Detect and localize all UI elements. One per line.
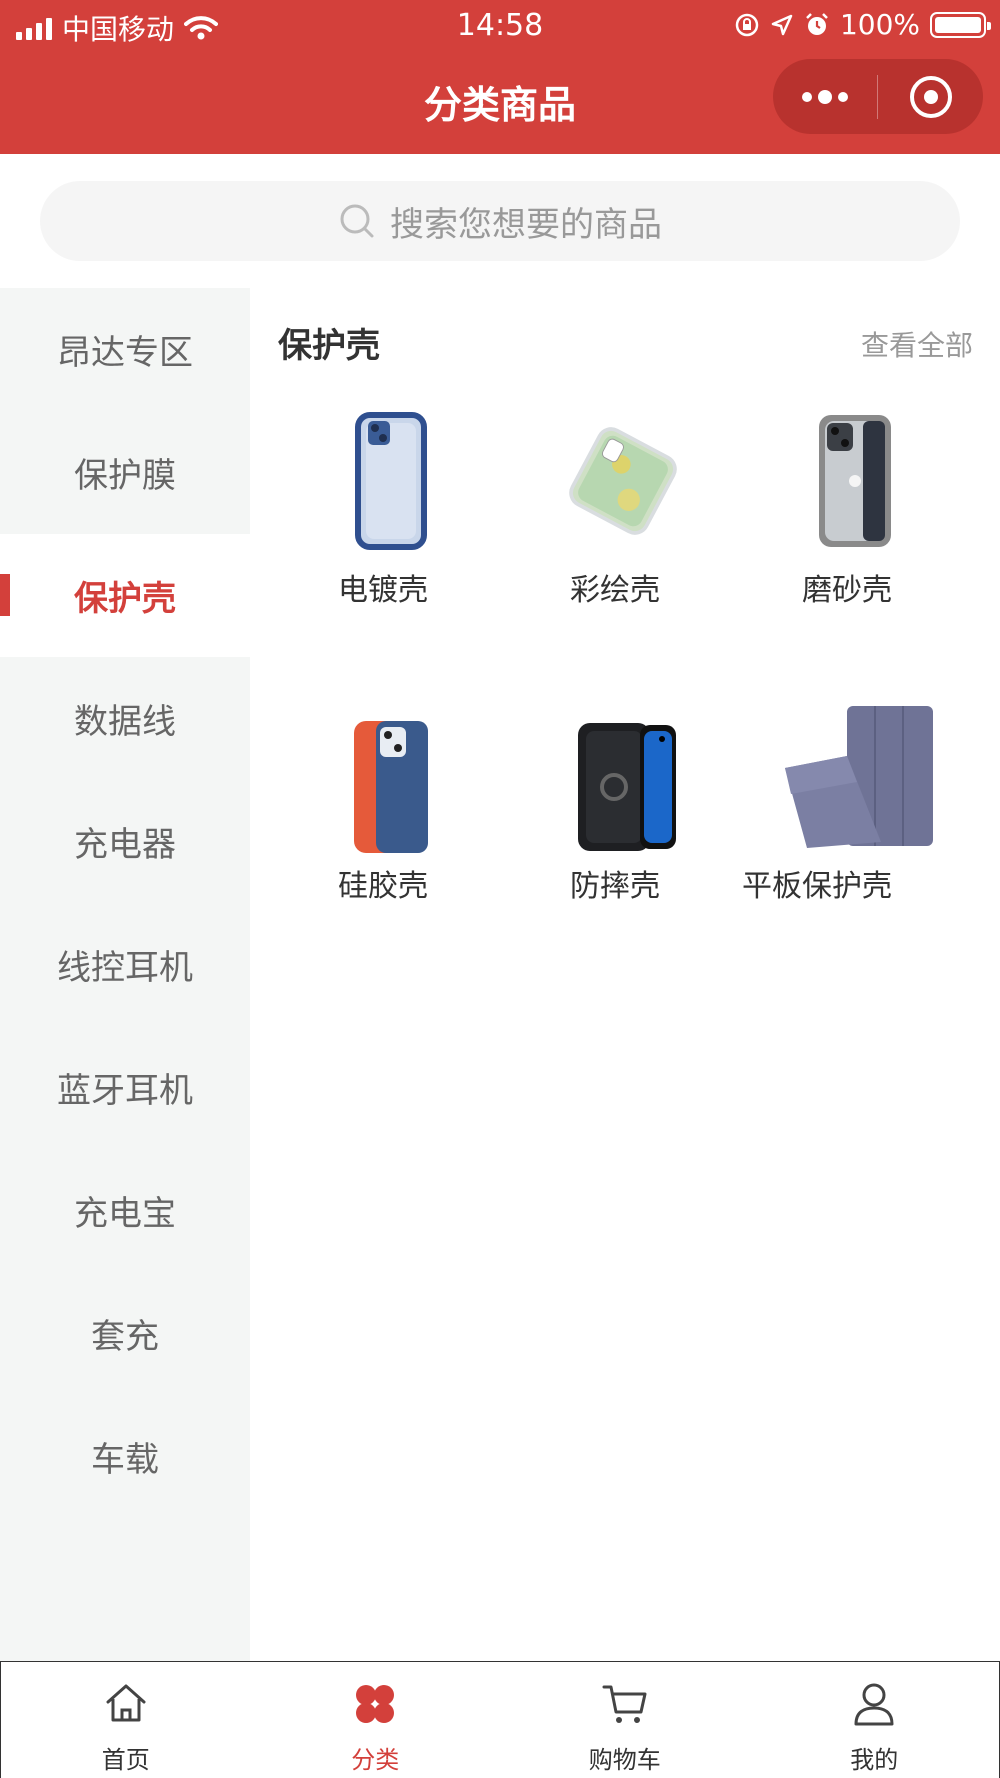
- sidebar-item-label: 数据线: [74, 702, 176, 742]
- category-icon: [356, 1685, 395, 1723]
- alarm-icon: [806, 12, 828, 35]
- tab-label: 分类: [351, 1746, 400, 1774]
- sidebar-item-car[interactable]: 车载: [0, 1395, 250, 1518]
- product-grid: 电镀壳 彩绘壳 磨砂壳 硅胶壳 防摔壳 平板保护壳: [268, 408, 968, 1000]
- tab-label: 购物车: [588, 1746, 661, 1774]
- tab-label: 我的: [850, 1746, 899, 1774]
- sidebar-item-label: 套充: [91, 1317, 159, 1357]
- sidebar-item-label: 保护膜: [74, 456, 176, 496]
- category-sidebar: 昂达专区 保护膜 保护壳 数据线 充电器 线控耳机 蓝牙耳机 充电宝 套充 车载: [0, 288, 250, 1661]
- battery-icon: [930, 11, 991, 38]
- product-image: [772, 704, 942, 849]
- product-name: 平板保护壳: [742, 869, 892, 904]
- status-right: 100%: [734, 8, 991, 41]
- tab-home[interactable]: 首页: [1, 1662, 251, 1778]
- sidebar-item-label: 蓝牙耳机: [57, 1071, 193, 1111]
- product-item[interactable]: 平板保护壳: [732, 704, 964, 1000]
- home-icon: [106, 1684, 146, 1722]
- product-image: [790, 408, 920, 553]
- sidebar-item-cable[interactable]: 数据线: [0, 657, 250, 780]
- product-name: 电镀壳: [338, 573, 428, 608]
- sidebar-item-label: 昂达专区: [57, 333, 193, 373]
- view-all-link[interactable]: 查看全部: [861, 324, 973, 364]
- sidebar-item-bluetooth-earphones[interactable]: 蓝牙耳机: [0, 1026, 250, 1149]
- search-bar-area: 搜索您想要的商品: [0, 154, 1000, 288]
- close-mini-program-button[interactable]: [878, 59, 983, 134]
- product-image: [558, 408, 688, 553]
- product-item[interactable]: 硅胶壳: [268, 704, 500, 1000]
- sidebar-item-power-bank[interactable]: 充电宝: [0, 1149, 250, 1272]
- product-name: 防摔壳: [570, 869, 660, 904]
- category-content: 保护壳 查看全部 电镀壳 彩绘壳 磨砂壳 硅胶壳 防摔壳 平板保护壳: [250, 288, 1000, 1661]
- product-image: [326, 714, 456, 859]
- search-icon: [340, 204, 374, 238]
- status-bar: 中国移动 14:58 100%: [0, 0, 1000, 52]
- target-icon: [909, 75, 952, 118]
- sidebar-item-label: 充电宝: [74, 1194, 176, 1234]
- product-name: 磨砂壳: [802, 573, 892, 608]
- product-item[interactable]: 磨砂壳: [732, 408, 964, 704]
- battery-percent: 100%: [839, 8, 920, 41]
- search-placeholder: 搜索您想要的商品: [390, 204, 662, 245]
- tab-me[interactable]: 我的: [750, 1662, 1000, 1778]
- rotation-lock-icon: [735, 13, 759, 36]
- sidebar-item-onda[interactable]: 昂达专区: [0, 288, 250, 411]
- product-name: 硅胶壳: [338, 869, 428, 904]
- product-image: [326, 408, 456, 553]
- cart-icon: [602, 1685, 647, 1723]
- user-icon: [854, 1683, 894, 1726]
- sidebar-item-wired-earphones[interactable]: 线控耳机: [0, 903, 250, 1026]
- sidebar-item-label: 车载: [91, 1440, 159, 1480]
- tab-category[interactable]: 分类: [251, 1662, 501, 1778]
- more-button[interactable]: [773, 59, 877, 134]
- sidebar-item-charger-set[interactable]: 套充: [0, 1272, 250, 1395]
- header: 中国移动 14:58 100% 分类商品: [0, 0, 1000, 154]
- section-title: 保护壳: [278, 326, 380, 366]
- tab-label: 首页: [101, 1746, 150, 1774]
- more-dot-icon: [838, 91, 848, 102]
- product-item[interactable]: 防摔壳: [500, 704, 732, 1000]
- product-item[interactable]: 电镀壳: [268, 408, 500, 704]
- product-item[interactable]: 彩绘壳: [500, 408, 732, 704]
- sidebar-item-label: 充电器: [74, 825, 176, 865]
- product-image: [558, 714, 688, 859]
- search-input[interactable]: 搜索您想要的商品: [40, 181, 960, 261]
- mini-program-capsule: [773, 59, 983, 134]
- more-dot-icon: [818, 89, 832, 104]
- tab-bar: 首页 分类 购物车 我的: [0, 1661, 1000, 1778]
- more-dot-icon: [802, 91, 812, 102]
- sidebar-item-label: 线控耳机: [57, 948, 193, 988]
- product-name: 彩绘壳: [570, 573, 660, 608]
- sidebar-item-label: 保护壳: [74, 579, 176, 619]
- tab-cart[interactable]: 购物车: [500, 1662, 750, 1778]
- sidebar-item-charger[interactable]: 充电器: [0, 780, 250, 903]
- sidebar-item-screen-protector[interactable]: 保护膜: [0, 411, 250, 534]
- sidebar-item-phone-case[interactable]: 保护壳: [0, 534, 250, 657]
- location-arrow-icon: [771, 14, 793, 35]
